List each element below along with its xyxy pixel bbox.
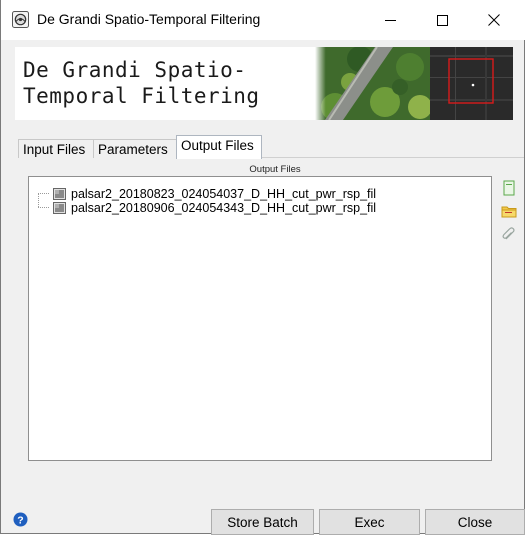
maximize-icon [436, 14, 448, 26]
open-folder-icon[interactable] [501, 203, 517, 219]
new-file-icon[interactable] [501, 180, 517, 196]
tab-output-files[interactable]: Output Files [176, 135, 262, 159]
close-window-button[interactable] [471, 0, 517, 40]
gear-globe-icon [12, 11, 29, 28]
dialog-window: De Grandi Spatio-Temporal Filtering De G… [0, 0, 526, 535]
exec-button[interactable]: Exec [319, 509, 420, 535]
window-title: De Grandi Spatio-Temporal Filtering [37, 11, 261, 27]
minimize-icon [384, 19, 396, 21]
tree-connector [38, 193, 49, 194]
output-files-header: Output Files [249, 164, 301, 175]
title-bar[interactable]: De Grandi Spatio-Temporal Filtering [1, 0, 526, 40]
svg-text:?: ? [17, 514, 23, 526]
list-item-label: palsar2_20180906_024054343_D_HH_cut_pwr_… [71, 200, 377, 215]
raster-file-icon [53, 201, 66, 214]
help-icon[interactable]: ? [13, 512, 28, 527]
minimize-button[interactable] [367, 0, 413, 40]
raster-file-icon [53, 187, 66, 200]
store-batch-button[interactable]: Store Batch [211, 509, 314, 535]
list-item[interactable]: palsar2_20180823_024054037_D_HH_cut_pwr_… [53, 186, 376, 201]
close-icon [488, 14, 500, 26]
attach-icon[interactable] [501, 226, 517, 242]
list-item[interactable]: palsar2_20180906_024054343_D_HH_cut_pwr_… [53, 200, 376, 215]
tab-parameters[interactable]: Parameters [93, 139, 177, 158]
banner: De Grandi Spatio-Temporal Filtering [15, 47, 513, 120]
tree-connector [38, 207, 49, 208]
output-files-list[interactable] [28, 176, 492, 461]
tree-connector [38, 194, 39, 207]
banner-title: De Grandi Spatio-Temporal Filtering [23, 58, 260, 108]
list-item-label: palsar2_20180823_024054037_D_HH_cut_pwr_… [71, 186, 377, 201]
maximize-button[interactable] [419, 0, 465, 40]
close-button[interactable]: Close [425, 509, 525, 535]
tab-input-files[interactable]: Input Files [18, 139, 94, 158]
forest-road-radar-image [315, 47, 513, 120]
